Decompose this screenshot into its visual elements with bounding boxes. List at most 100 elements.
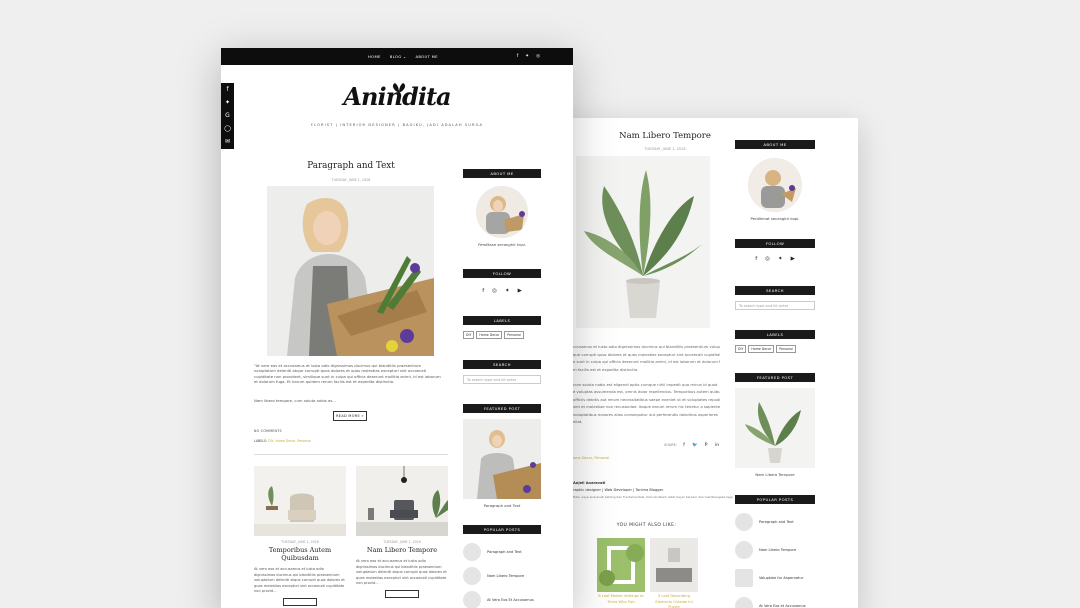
google-plus-icon[interactable]: G — [225, 112, 230, 120]
instagram-icon[interactable]: ◎ — [536, 54, 540, 59]
popular-item[interactable]: Paragraph and Text — [463, 542, 541, 562]
back-popular: POPULAR POSTS Paragraph and Text Nam Lib… — [735, 495, 815, 608]
about-me-heading: ABOUT ME — [463, 169, 541, 178]
follow-heading: FOLLOW — [735, 239, 815, 248]
facebook-icon[interactable]: f — [517, 54, 519, 59]
youtube-icon[interactable]: ▶ — [791, 256, 795, 262]
author-bio: Halo, saya anaravati keliling dan Fundam… — [573, 495, 733, 499]
site-logo[interactable]: Anindita — [221, 82, 573, 111]
popular-title: Paragraph and Text — [487, 550, 522, 554]
body-line: officiis debitis aut rerum necessitatibu… — [573, 396, 720, 402]
back-post-title[interactable]: Nam Libero Tempore — [575, 131, 755, 141]
facebook-icon[interactable]: f — [680, 441, 688, 449]
linkedin-icon[interactable]: in — [713, 441, 721, 449]
labels-prefix: LABELS: — [254, 439, 268, 443]
popular-thumb — [735, 541, 753, 559]
featured-caption[interactable]: Paragraph and Text — [463, 503, 541, 508]
share-label: SHARE: — [664, 443, 678, 447]
email-icon[interactable]: ✉ — [225, 138, 230, 146]
grid-read-more-button[interactable] — [283, 597, 317, 606]
also-like-caption[interactable]: 5 Leaf Decorating Elements Outside Ini P… — [650, 594, 698, 608]
featured-image[interactable] — [463, 419, 541, 499]
body-line: m facilis est et expedita distinctio. — [573, 366, 639, 372]
featured-caption[interactable]: Nam Libero Tempore — [735, 472, 815, 477]
instagram-icon[interactable]: ◎ — [765, 256, 770, 262]
comments-count[interactable]: NO COMMENTS — [254, 429, 282, 433]
sidebar-follow: FOLLOW f ◎ ✦ ▶ — [463, 269, 541, 294]
labels-link[interactable]: ome Decor, Personal — [573, 456, 609, 460]
read-more-button[interactable]: READ MORE » — [333, 411, 367, 421]
twitter-icon[interactable]: ✦ — [525, 54, 529, 59]
tag-diy[interactable]: DIY — [463, 331, 475, 339]
search-input[interactable]: To search type and hit enter — [735, 301, 815, 310]
popular-item[interactable]: At Vero Eos et Accusamus — [735, 596, 815, 608]
search-input[interactable]: To search type and hit enter — [463, 375, 541, 384]
search-heading: SEARCH — [463, 360, 541, 369]
pinterest-icon[interactable]: P — [702, 441, 710, 449]
twitter-icon[interactable]: ✦ — [505, 288, 510, 294]
tag-home-decor[interactable]: Home Decor — [748, 345, 775, 353]
post-labels: LABELS: DIY, Home Decor, Personal — [254, 439, 311, 443]
post-excerpt: "At vero eos et accusamus et iusto odio … — [254, 363, 448, 384]
post-date: TUESDAY, JUNE 1, 2026 — [331, 178, 371, 182]
body-line — [573, 373, 720, 381]
featured-heading: FEATURED POST — [463, 404, 541, 413]
twitter-icon[interactable]: 🐦 — [691, 441, 699, 449]
also-like-card[interactable]: 5 Leaf Decorating Elements Outside Ini P… — [650, 538, 698, 608]
search-heading: SEARCH — [735, 286, 815, 295]
top-social: f ✦ ◎ — [517, 48, 540, 65]
body-line: ellat. — [573, 419, 583, 424]
grid-post-title[interactable]: Temporibus Autem Quibusdam — [254, 546, 346, 562]
also-like-card[interactable]: 8 Leaf Marker Settings to Tricks Who Fis… — [597, 538, 645, 605]
also-like-caption[interactable]: 8 Leaf Marker Settings to Tricks Who Fis… — [597, 594, 645, 605]
popular-item[interactable]: Nam Libero Tempore — [735, 540, 815, 560]
body-line: e sunt in culpa qui officia deserunt mol… — [573, 359, 720, 364]
featured-heading: FEATURED POST — [735, 373, 815, 382]
nav-about[interactable]: ABOUT ME — [415, 54, 438, 59]
popular-heading: POPULAR POSTS — [735, 495, 815, 504]
labels-links[interactable]: DIY, Home Decor, Personal — [268, 439, 311, 443]
post-title[interactable]: Paragraph and Text — [254, 161, 448, 171]
tag-personal[interactable]: Personal — [504, 331, 524, 339]
tag-home-decor[interactable]: Home Decor — [476, 331, 503, 339]
instagram-icon[interactable]: ◎ — [492, 288, 497, 294]
post-image[interactable] — [267, 186, 434, 356]
facebook-icon[interactable]: f — [755, 256, 757, 262]
popular-item[interactable]: Paragraph and Text — [735, 512, 815, 532]
popular-item[interactable]: At Vero Eos Et Accusamus — [463, 590, 541, 608]
twitter-icon[interactable]: ✦ — [778, 256, 783, 262]
divider — [254, 454, 448, 455]
about-caption: Perdikmat secangkir kopi. — [750, 216, 800, 221]
body-line: que corrupti quos dolores et quas molest… — [573, 351, 720, 357]
grid-post-title[interactable]: Nam Libero Tempore — [356, 546, 448, 554]
follow-heading: FOLLOW — [463, 269, 541, 278]
sidebar-search: SEARCH To search type and hit enter — [463, 360, 541, 384]
grid-post-card[interactable]: TUESDAY, JUNE 1, 2026 Nam Libero Tempore… — [356, 466, 448, 598]
popular-item[interactable]: Voluptate for Aspernatur — [735, 568, 815, 588]
avatar — [748, 158, 802, 212]
sidebar-labels: LABELS DIY Home Decor Personal — [463, 316, 541, 339]
also-like-image — [597, 538, 645, 592]
tag-diy[interactable]: DIY — [735, 345, 747, 353]
facebook-icon[interactable]: f — [482, 288, 484, 294]
grid-post-excerpt: At vero eos et accusamus et iusto odio d… — [254, 567, 345, 594]
nav-home[interactable]: HOME — [368, 54, 381, 59]
nav-blog[interactable]: BLOG ⌄ — [390, 54, 407, 59]
youtube-icon[interactable]: ▶ — [518, 288, 522, 294]
body-line: e voluptas assumenda est, omnis dolor re… — [573, 389, 720, 394]
site-tagline: FLORIST | INTERIOR DESIGNER | BAGIKU, JA… — [310, 123, 484, 127]
body-line: et dolorum fuga. Et harum quidem rerum f… — [254, 378, 395, 384]
popular-item[interactable]: Nam Libero Tempore — [463, 566, 541, 586]
grid-read-more-button[interactable] — [385, 589, 419, 598]
popular-thumb — [735, 569, 753, 587]
body-line: sint et molestiae non recusandae. Itaque… — [573, 404, 720, 409]
popular-thumb — [735, 597, 753, 608]
tag-personal[interactable]: Personal — [776, 345, 796, 353]
avatar — [476, 186, 528, 238]
grid-post-card[interactable]: TUESDAY, JUNE 1, 2026 Temporibus Autem Q… — [254, 466, 346, 606]
author-box: Anjeli Anaravati raphic designer | Web D… — [573, 480, 733, 501]
grid-post-image[interactable] — [254, 466, 346, 536]
back-sidebar: ABOUT ME Perdikmat secangkir kopi. — [735, 140, 815, 221]
grid-post-image[interactable] — [356, 466, 448, 536]
featured-image[interactable] — [735, 388, 815, 468]
